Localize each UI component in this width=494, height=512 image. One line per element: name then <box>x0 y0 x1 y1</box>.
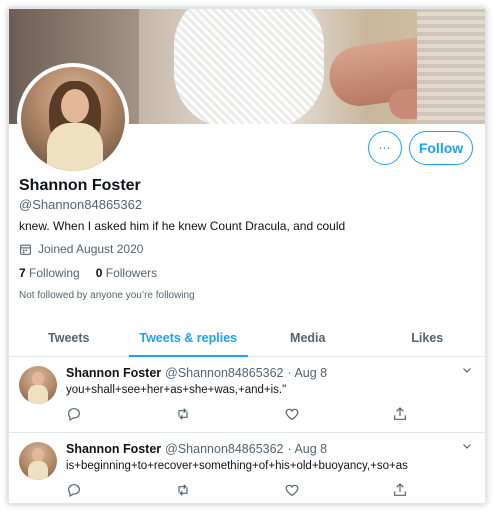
joined-label: Joined August 2020 <box>38 242 144 256</box>
tab-likes[interactable]: Likes <box>368 319 486 356</box>
retweet-icon[interactable] <box>175 406 191 422</box>
reply-icon[interactable] <box>66 406 82 422</box>
share-icon[interactable] <box>392 406 408 422</box>
profile-handle: @Shannon84865362 <box>19 197 143 212</box>
more-icon: ⋯ <box>378 141 392 155</box>
tweet-author-name[interactable]: Shannon Foster <box>66 442 161 456</box>
tweet[interactable]: Shannon Foster @Shannon84865362 · Aug 8 … <box>9 358 485 433</box>
chevron-down-icon[interactable] <box>461 440 473 452</box>
calendar-icon <box>19 243 32 256</box>
profile-tabs: Tweets Tweets & replies Media Likes <box>9 319 486 357</box>
joined-date: Joined August 2020 <box>19 242 143 256</box>
tab-tweets-replies[interactable]: Tweets & replies <box>128 319 249 357</box>
tweet-author-name[interactable]: Shannon Foster <box>66 366 161 380</box>
tweet-avatar[interactable] <box>19 366 57 404</box>
not-followed-note: Not followed by anyone you’re following <box>19 290 195 301</box>
tweet-text: you+shall+see+her+as+she+was,+and+is." <box>66 384 287 396</box>
tweet-actions <box>66 406 406 424</box>
profile-name: Shannon Foster <box>19 177 141 194</box>
tweet-actions <box>66 482 406 500</box>
tab-tweets[interactable]: Tweets <box>9 319 129 356</box>
tweet-text: is+beginning+to+recover+something+of+his… <box>66 460 408 472</box>
more-button[interactable]: ⋯ <box>368 131 402 165</box>
following-link[interactable]: 7 Following <box>19 266 80 280</box>
tweet-date[interactable]: · Aug 8 <box>288 366 328 380</box>
profile-bio: knew. When I asked him if he knew Count … <box>19 219 346 233</box>
tab-media[interactable]: Media <box>248 319 368 356</box>
followers-count: 0 <box>95 266 103 280</box>
share-icon[interactable] <box>392 482 408 498</box>
retweet-icon[interactable] <box>175 482 191 498</box>
tweet[interactable]: Shannon Foster @Shannon84865362 · Aug 8 … <box>9 434 485 503</box>
profile-avatar[interactable] <box>17 63 129 175</box>
like-icon[interactable] <box>284 406 300 422</box>
following-count: 7 <box>19 266 26 280</box>
reply-icon[interactable] <box>66 482 82 498</box>
tweet-author-handle: @Shannon84865362 <box>165 442 284 456</box>
tweet-avatar[interactable] <box>19 442 57 480</box>
tweet-author-handle: @Shannon84865362 <box>165 366 284 380</box>
like-icon[interactable] <box>284 482 300 498</box>
follow-button[interactable]: Follow <box>409 131 473 165</box>
chevron-down-icon[interactable] <box>461 364 473 376</box>
tweet-date[interactable]: · Aug 8 <box>288 442 328 456</box>
follow-stats: 7 Following 0 Followers <box>19 266 157 280</box>
followers-label: Followers <box>105 266 158 280</box>
followers-link[interactable]: 0 Followers <box>96 266 157 280</box>
profile-page: ⋯ Follow Shannon Foster @Shannon84865362… <box>8 8 486 504</box>
following-label: Following <box>29 266 80 280</box>
